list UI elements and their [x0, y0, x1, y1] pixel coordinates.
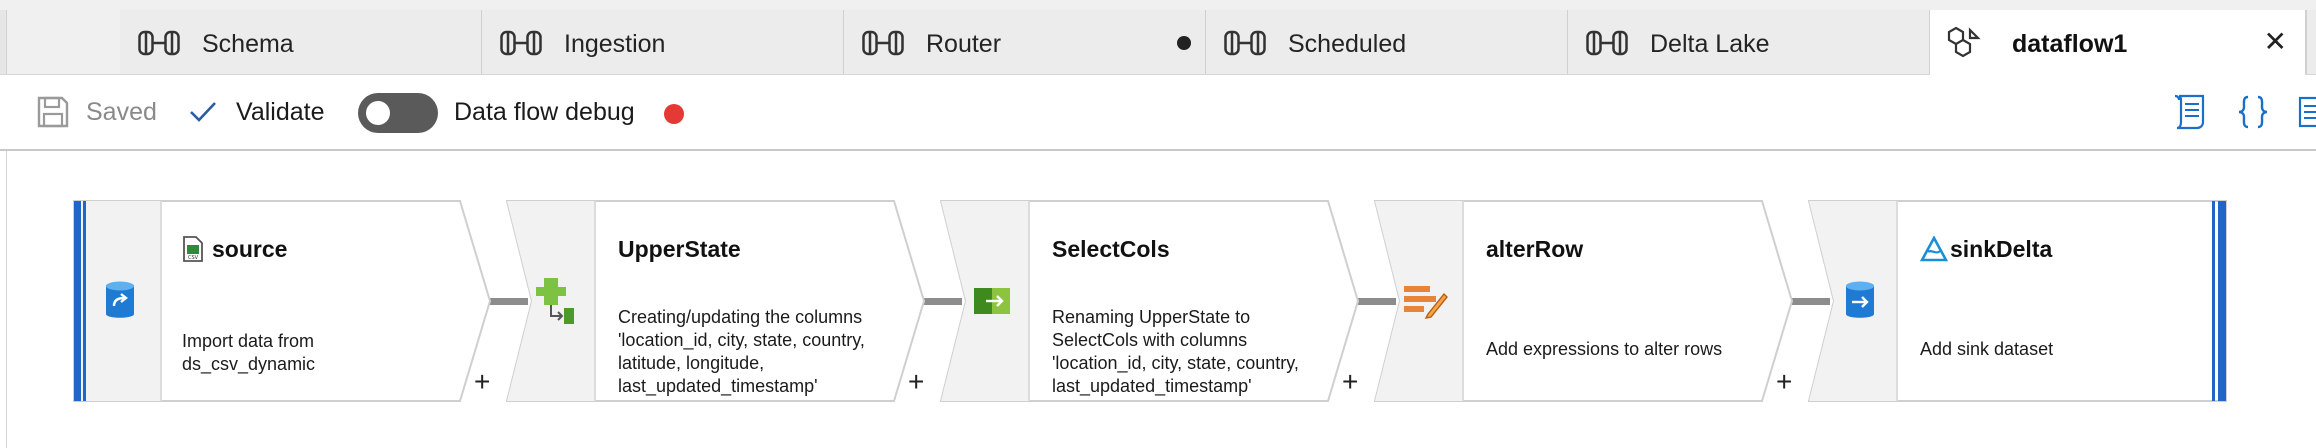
debug-status-dot [664, 104, 684, 124]
script-icon[interactable] [2172, 93, 2208, 131]
add-transformation-button[interactable]: + [908, 368, 924, 396]
pipeline-icon [862, 30, 904, 56]
save-icon [37, 96, 69, 128]
pipeline-icon [1224, 30, 1266, 56]
dataset-sink-icon [1846, 281, 1874, 318]
node-description: Creating/updating the columns 'location_… [618, 307, 865, 396]
tab-label: Scheduled [1288, 30, 1407, 58]
validate-button[interactable]: Validate [188, 75, 325, 149]
select-columns-icon [974, 288, 1010, 314]
tab-schema[interactable]: Schema [120, 10, 482, 74]
node-description: Renaming UpperState to SelectCols with c… [1052, 307, 1299, 396]
saved-button[interactable]: Saved [36, 75, 157, 149]
tab-delta-lake[interactable]: Delta Lake [1568, 10, 1930, 74]
tab-label: Schema [202, 30, 294, 58]
node-selectcols[interactable]: SelectCols Renaming UpperState to Select… [940, 200, 1360, 402]
tab-label: Ingestion [564, 30, 666, 58]
toggle-knob [366, 101, 390, 125]
tab-router[interactable]: Router [844, 10, 1206, 74]
node-title: sinkDelta [1950, 236, 2053, 262]
node-title: source [212, 236, 288, 262]
node-title: SelectCols [1052, 236, 1170, 262]
toolbar: Saved Validate Data flow debug [0, 75, 2316, 151]
data-flow-debug-label: Data flow debug [454, 97, 635, 126]
validate-label: Validate [236, 97, 325, 126]
node-title: alterRow [1486, 236, 1584, 262]
tab-label: dataflow1 [2012, 30, 2128, 58]
pipeline-icon [500, 30, 542, 56]
tab-dataflow1[interactable]: dataflow1 ✕ [1930, 10, 2306, 75]
add-transformation-button[interactable]: + [474, 368, 490, 396]
csv-file-icon: CSV [183, 236, 203, 262]
tab-scheduled[interactable]: Scheduled [1206, 10, 1568, 74]
data-flow-debug-toggle[interactable] [358, 93, 438, 133]
node-alterrow[interactable]: alterRow Add expressions to alter rows + [1374, 200, 1794, 402]
checkmark-icon [190, 102, 216, 122]
pipeline-icon [1586, 30, 1628, 56]
tab-bar-scroll-edge [0, 10, 7, 74]
svg-text:CSV: CSV [188, 255, 199, 261]
node-upperstate[interactable]: UpperState Creating/updating the columns… [506, 200, 926, 402]
derived-column-icon [536, 278, 574, 324]
add-transformation-button[interactable]: + [1342, 368, 1358, 396]
close-tab-icon[interactable]: ✕ [2264, 28, 2287, 56]
add-transformation-button[interactable]: + [1776, 368, 1792, 396]
delta-lake-icon [1920, 236, 1948, 262]
node-description: Add sink dataset [1920, 339, 2054, 359]
tab-label: Delta Lake [1650, 30, 1770, 58]
code-braces-icon[interactable] [2236, 93, 2270, 131]
node-sinkdelta[interactable]: sinkDelta Add sink dataset [1808, 200, 2228, 402]
node-description: Import data from ds_csv_dynamic [182, 331, 316, 374]
tab-ingestion[interactable]: Ingestion [482, 10, 844, 74]
properties-list-icon[interactable] [2298, 93, 2316, 131]
pipeline-icon [138, 30, 180, 56]
dataflow-icon [1947, 26, 1981, 58]
alter-row-icon [1404, 286, 1448, 319]
node-description: Add expressions to alter rows [1486, 339, 1723, 359]
tab-bar: Schema Ingestion Router Scheduled Delta … [0, 0, 2316, 75]
node-title: UpperState [618, 236, 741, 262]
tab-label: Router [926, 30, 1002, 58]
saved-label: Saved [86, 97, 157, 126]
node-source[interactable]: CSV source Import data from ds_csv_dynam… [72, 200, 492, 402]
dataset-source-icon [106, 281, 134, 318]
tab-bar-overflow-edge [2306, 10, 2316, 74]
unsaved-changes-dot [1177, 36, 1191, 50]
